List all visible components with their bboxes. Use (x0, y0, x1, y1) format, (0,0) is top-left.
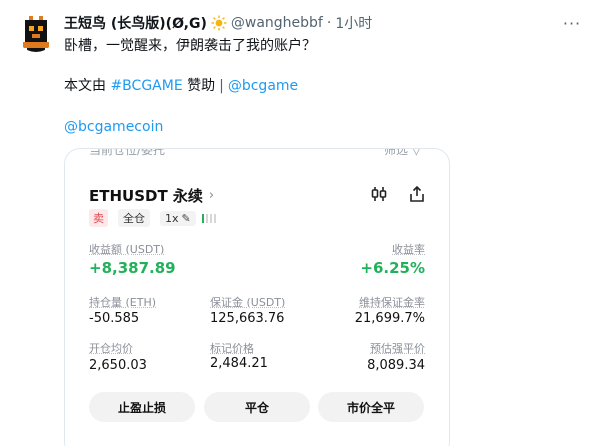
mark-price-value: 2,484.21 (210, 356, 268, 371)
cropped-filter-label: 筛选 ▽ (384, 149, 421, 158)
tweet-text-line: 卧槽，一觉醒来，伊朗袭击了我的账户？ (64, 36, 316, 56)
leverage-value: 1x (165, 212, 179, 225)
tweet-header: 王短鸟 (长鸟版)(Ø,G) @wanghebbf · 1小时 (64, 12, 372, 34)
entry-price-value: 2,650.03 (89, 358, 147, 373)
liq-price-label: 预估强平价 (370, 340, 425, 356)
risk-bars-icon (202, 214, 218, 223)
tweet: 王短鸟 (长鸟版)(Ø,G) @wanghebbf · 1小时 ··· 卧槽，一… (0, 0, 594, 446)
more-options-icon[interactable]: ··· (562, 14, 582, 32)
position-settings-icon[interactable] (370, 185, 388, 203)
share-icon[interactable] (408, 185, 426, 203)
leverage-badge[interactable]: 1x ✎ (160, 211, 196, 226)
close-position-button[interactable]: 平仓 (204, 392, 310, 422)
tp-sl-button[interactable]: 止盈止损 (89, 392, 195, 422)
pnl-label: 收益额 (USDT) (89, 241, 164, 257)
side-badge: 卖 (89, 209, 108, 227)
display-name[interactable]: 王短鸟 (长鸟版)(Ø,G) (64, 13, 207, 33)
roe-value: +6.25% (360, 259, 425, 277)
pnl-value: +8,387.89 (89, 259, 176, 277)
market-close-all-button[interactable]: 市价全平 (318, 392, 424, 422)
size-label: 持仓量 (ETH) (89, 294, 156, 310)
maint-margin-label: 维持保证金率 (359, 294, 425, 310)
hashtag-link[interactable]: #BCGAME (110, 78, 182, 94)
avatar[interactable] (16, 12, 56, 52)
separator-dot: · (327, 15, 331, 31)
trading-pair[interactable]: ETHUSDT 永续 › (89, 185, 214, 206)
margin-value: 125,663.76 (210, 311, 284, 326)
attached-image-card[interactable]: 当前仓位/委托 筛选 ▽ ETHUSDT 永续 › 卖 全仓 1x ✎ 收益额 … (64, 148, 450, 446)
timestamp[interactable]: 1小时 (335, 13, 372, 33)
mention-link[interactable]: @bcgamecoin (64, 119, 163, 135)
user-handle[interactable]: @wanghebbf (231, 15, 323, 31)
sponsor-prefix: 本文由 (64, 78, 110, 94)
maint-margin-value: 21,699.7% (355, 311, 425, 326)
chevron-right-icon: › (209, 188, 214, 203)
size-value: -50.585 (89, 311, 139, 326)
roe-label: 收益率 (392, 241, 425, 257)
edit-pencil-icon[interactable]: ✎ (182, 212, 191, 225)
mention-line: @bcgamecoin (64, 117, 163, 137)
divider: | (219, 78, 224, 94)
entry-price-label: 开仓均价 (89, 340, 133, 356)
liq-price-value: 8,089.34 (367, 358, 425, 373)
sponsor-line: 本文由 #BCGAME 赞助 | @bcgame (64, 76, 298, 96)
pair-label: ETHUSDT 永续 (89, 185, 203, 206)
cropped-top-strip: 当前仓位/委托 筛选 ▽ (65, 149, 450, 161)
sponsor-suffix: 赞助 (183, 78, 215, 94)
margin-mode-badge: 全仓 (118, 209, 150, 227)
mention-link[interactable]: @bcgame (228, 78, 298, 94)
position-tags: 卖 全仓 1x ✎ (89, 209, 218, 227)
mark-price-label: 标记价格 (210, 340, 254, 356)
margin-label: 保证金 (USDT) (210, 294, 285, 310)
sun-emoji-icon (211, 15, 227, 31)
cropped-tab-label: 当前仓位/委托 (89, 149, 165, 158)
